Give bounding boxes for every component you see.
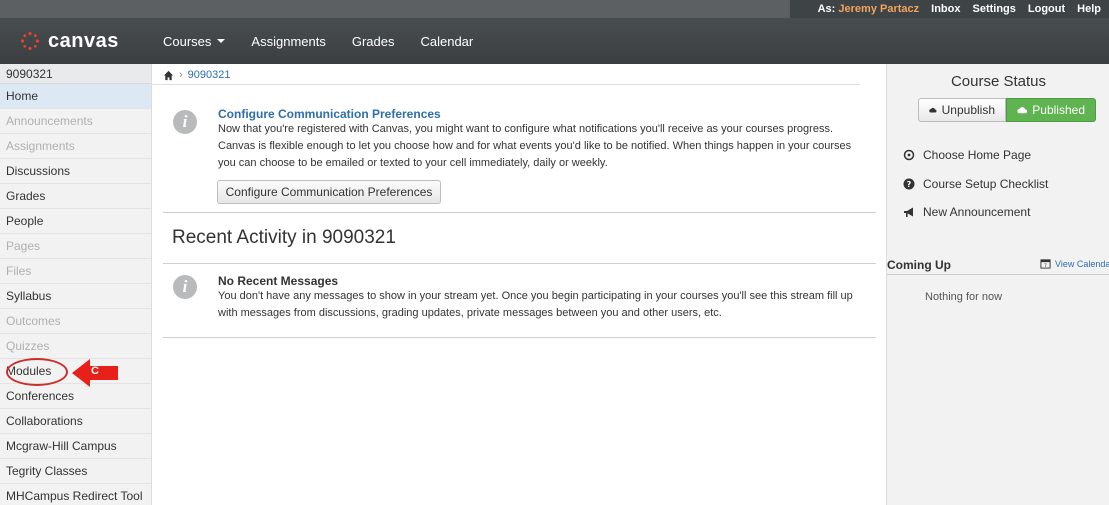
user-name: Jeremy Partacz	[838, 3, 920, 15]
no-recent-title: No Recent Messages	[218, 274, 339, 288]
new-announcement-link[interactable]: New Announcement	[903, 205, 1030, 219]
nav-grades[interactable]: Grades	[352, 34, 395, 49]
sidebar-item-announcements[interactable]: Announcements	[0, 109, 151, 134]
choose-home-page-link[interactable]: Choose Home Page	[903, 148, 1031, 162]
canvas-logo[interactable]: canvas	[0, 18, 163, 64]
configure-preferences-button[interactable]: Configure Communication Preferences	[217, 180, 441, 204]
breadcrumb-course-link[interactable]: 9090321	[188, 69, 231, 81]
canvas-logo-icon	[20, 31, 40, 51]
brand-name: canvas	[48, 29, 119, 52]
masquerade-user[interactable]: As: Jeremy Partacz	[818, 3, 920, 15]
megaphone-icon	[904, 207, 913, 217]
course-setup-checklist-link[interactable]: ? Course Setup Checklist	[903, 177, 1048, 191]
view-calendar-label: View Calenda	[1055, 258, 1109, 269]
chevron-down-icon	[217, 39, 226, 43]
main-navigation: canvas Courses Assignments Grades Calend…	[0, 18, 1109, 64]
coming-up-empty: Nothing for now	[925, 291, 1003, 303]
divider	[152, 84, 860, 85]
logout-link[interactable]: Logout	[1028, 3, 1065, 15]
modules-highlight-circle	[6, 358, 68, 386]
settings-link[interactable]: Settings	[972, 3, 1015, 15]
svg-text:7: 7	[1044, 263, 1047, 269]
coming-up-header: Coming Up 7 View Calenda	[887, 251, 1109, 275]
sidebar-item-syllabus[interactable]: Syllabus	[0, 284, 151, 309]
published-label: Published	[1032, 103, 1085, 117]
unpublish-label: Unpublish	[941, 103, 995, 117]
nav-calendar[interactable]: Calendar	[420, 34, 473, 49]
target-icon	[903, 149, 915, 161]
sidebar-item-quizzes[interactable]: Quizzes	[0, 334, 151, 359]
sidebar-item-outcomes[interactable]: Outcomes	[0, 309, 151, 334]
sidebar-item-mhcampus-redirect-tool[interactable]: MHCampus Redirect Tool	[0, 484, 151, 505]
sidebar-item-collaborations[interactable]: Collaborations	[0, 409, 151, 434]
setup-checklist-label: Course Setup Checklist	[923, 177, 1049, 191]
config-prefs-title[interactable]: Configure Communication Preferences	[218, 107, 441, 121]
sidebar-item-pages[interactable]: Pages	[0, 234, 151, 259]
course-code: 9090321	[0, 64, 151, 84]
coming-up-title: Coming Up	[887, 258, 951, 272]
sidebar-item-discussions[interactable]: Discussions	[0, 159, 151, 184]
breadcrumb-separator-icon: ›	[179, 69, 183, 81]
cloud-icon	[929, 107, 937, 113]
divider	[163, 212, 876, 213]
choose-home-label: Choose Home Page	[923, 148, 1032, 162]
course-status-panel: Course Status Unpublish Published Choose…	[886, 64, 1109, 505]
cloud-check-icon	[1017, 107, 1028, 114]
as-prefix: As:	[817, 3, 836, 15]
publish-toggle: Unpublish Published	[918, 98, 1096, 122]
svg-text:?: ?	[907, 180, 912, 189]
sidebar-item-grades[interactable]: Grades	[0, 184, 151, 209]
sidebar-item-files[interactable]: Files	[0, 259, 151, 284]
top-utility-bar: As: Jeremy Partacz Inbox Settings Logout…	[0, 0, 1109, 18]
info-icon: i	[173, 110, 197, 134]
course-status-title: Course Status	[950, 73, 1047, 90]
sidebar-item-home[interactable]: Home	[0, 84, 151, 109]
config-prefs-body: Now that you're registered with Canvas, …	[218, 123, 852, 169]
no-recent-body: You don't have any messages to show in y…	[218, 290, 853, 319]
calendar-icon: 7	[1040, 259, 1051, 269]
info-icon: i	[173, 275, 197, 299]
sidebar-item-tegrity-classes[interactable]: Tegrity Classes	[0, 459, 151, 484]
divider	[163, 337, 876, 338]
published-button[interactable]: Published	[1006, 98, 1096, 122]
view-calendar-link[interactable]: 7 View Calenda	[1040, 258, 1109, 269]
inbox-link[interactable]: Inbox	[931, 3, 960, 15]
breadcrumb: › 9090321	[163, 66, 231, 84]
user-links: As: Jeremy Partacz Inbox Settings Logout…	[789, 0, 1109, 18]
home-icon[interactable]	[163, 70, 174, 81]
new-announcement-label: New Announcement	[923, 205, 1031, 219]
unpublish-button[interactable]: Unpublish	[918, 98, 1006, 122]
nav-assignments[interactable]: Assignments	[251, 34, 325, 49]
divider	[163, 263, 876, 264]
nav-courses[interactable]: Courses	[163, 33, 226, 49]
annotation-marker: C	[91, 365, 99, 377]
recent-activity-heading: Recent Activity in 9090321	[172, 227, 396, 248]
sidebar-item-mcgraw-hill-campus[interactable]: Mcgraw-Hill Campus	[0, 434, 151, 459]
course-sidebar: 9090321 Home Announcements Assignments D…	[0, 64, 152, 505]
help-link[interactable]: Help	[1077, 3, 1101, 15]
help-circle-icon: ?	[903, 178, 915, 190]
nav-courses-label: Courses	[163, 33, 212, 49]
sidebar-item-assignments[interactable]: Assignments	[0, 134, 151, 159]
sidebar-item-people[interactable]: People	[0, 209, 151, 234]
